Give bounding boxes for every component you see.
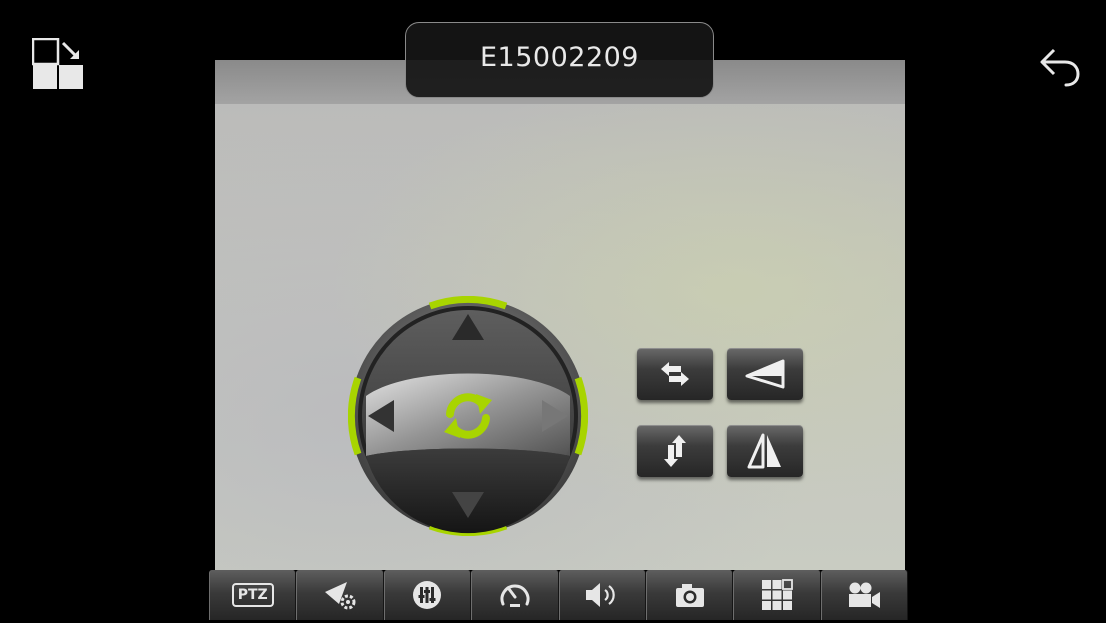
toolbar-audio-button[interactable] bbox=[558, 570, 646, 620]
camera-icon bbox=[675, 584, 704, 607]
toolbar-snapshot-button[interactable] bbox=[645, 570, 734, 620]
flip-horizontal-button[interactable] bbox=[637, 348, 713, 400]
speedometer-icon bbox=[500, 584, 530, 607]
toolbar-grid-button[interactable] bbox=[733, 570, 821, 620]
speaker-icon bbox=[586, 583, 615, 607]
mirror-triangles-icon bbox=[747, 433, 781, 469]
live-view-screen: E15002209 PTZ bbox=[0, 0, 1106, 623]
video-camera-icon bbox=[849, 582, 881, 608]
layout-switch-button[interactable] bbox=[31, 37, 84, 90]
back-arrow-icon bbox=[1040, 48, 1080, 87]
back-button[interactable] bbox=[1038, 44, 1082, 88]
swap-horizontal-icon bbox=[661, 362, 689, 386]
toolbar-speed-button[interactable] bbox=[471, 570, 559, 620]
preset-settings-icon bbox=[325, 582, 356, 610]
toolbar-image-adjust-button[interactable] bbox=[383, 570, 472, 620]
device-id-label: E15002209 bbox=[480, 41, 639, 73]
equalizer-icon bbox=[413, 581, 442, 609]
zoom-button[interactable] bbox=[727, 348, 803, 400]
ptz-direction-pad[interactable] bbox=[347, 295, 589, 537]
swap-vertical-icon bbox=[664, 435, 686, 467]
split-screen-icon bbox=[31, 37, 83, 89]
toolbar-record-button[interactable] bbox=[820, 570, 908, 620]
device-title-bar: E15002209 bbox=[405, 22, 714, 98]
grid-icon bbox=[761, 579, 793, 610]
bottom-toolbar: PTZ bbox=[209, 570, 908, 620]
mirror-button[interactable] bbox=[727, 425, 803, 477]
ptz-icon: PTZ bbox=[231, 583, 274, 607]
toolbar-ptz-button[interactable]: PTZ bbox=[209, 570, 297, 620]
flip-vertical-button[interactable] bbox=[637, 425, 713, 477]
toolbar-preset-button[interactable] bbox=[296, 570, 384, 620]
zoom-wedge-icon bbox=[745, 359, 785, 389]
